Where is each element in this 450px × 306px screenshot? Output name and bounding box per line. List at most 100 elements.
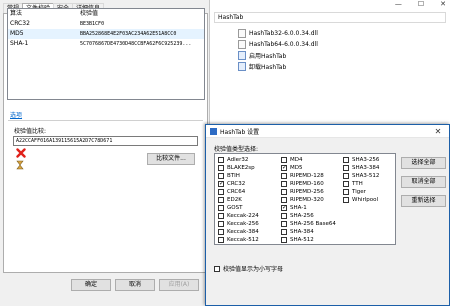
- hash-type-group-label: 校验值类型选择:: [214, 146, 259, 153]
- hash-type-checkbox[interactable]: [343, 197, 349, 203]
- hash-type-checkbox[interactable]: [218, 205, 224, 211]
- address-bar[interactable]: HashTab: [214, 12, 446, 23]
- hash-type-label: SHA3-512: [352, 173, 380, 179]
- hash-type-option[interactable]: RIPEMD-256: [281, 188, 336, 196]
- compare-hash-input[interactable]: A22CCAFF016A139115615A2D7C78D671: [13, 136, 198, 146]
- hash-type-checkbox[interactable]: [218, 221, 224, 227]
- hash-type-option[interactable]: Keccak-224: [218, 212, 259, 220]
- hash-type-option[interactable]: Keccak-256: [218, 220, 259, 228]
- close-icon[interactable]: ✕: [440, 0, 446, 8]
- reset-selection-button[interactable]: 重新选择: [401, 195, 446, 207]
- hash-type-option[interactable]: ED2K: [218, 196, 259, 204]
- hash-type-option[interactable]: SHA3-224: [281, 244, 336, 245]
- deselect-all-button[interactable]: 取消全部: [401, 176, 446, 188]
- hash-type-option[interactable]: Tiger: [343, 188, 379, 196]
- hash-type-checkbox[interactable]: [218, 237, 224, 243]
- hash-type-checkbox[interactable]: [343, 181, 349, 187]
- hash-type-checkbox[interactable]: [281, 181, 287, 187]
- hash-type-checkbox[interactable]: [281, 213, 287, 219]
- hash-type-option[interactable]: SHA-256: [281, 212, 336, 220]
- file-item[interactable]: HashTab32-6.0.0.34.dll: [238, 28, 318, 39]
- hash-type-option[interactable]: SHA3-384: [343, 164, 379, 172]
- hash-type-label: Adler32: [227, 157, 249, 163]
- compare-file-button[interactable]: 比较文件...: [147, 153, 195, 165]
- hash-type-checkbox[interactable]: [281, 237, 287, 243]
- hash-row-md5[interactable]: MD5 BBA252868E4E2F03AC234A62E51A8CC0: [8, 29, 204, 39]
- hash-type-checkbox[interactable]: [343, 157, 349, 163]
- hash-type-checkbox[interactable]: [281, 229, 287, 235]
- hash-type-checkbox[interactable]: ✓: [218, 181, 224, 187]
- hash-type-option[interactable]: ✓ CRC32: [218, 180, 259, 188]
- hash-type-checkbox[interactable]: [343, 165, 349, 171]
- hash-type-option[interactable]: SHA-256 Base64: [281, 220, 336, 228]
- hash-type-option[interactable]: SHA3-256: [343, 156, 379, 164]
- hash-type-option[interactable]: SHA3-512: [343, 172, 379, 180]
- dialog-close-icon[interactable]: ✕: [427, 127, 449, 136]
- hash-type-option[interactable]: Adler32: [218, 156, 259, 164]
- hash-row-sha1[interactable]: SHA-1 5C7076867DE4730D48CCBFA62F6C925239…: [8, 39, 204, 49]
- exe-file-icon: [238, 62, 246, 71]
- hash-type-checkbox[interactable]: [281, 221, 287, 227]
- hash-type-checkbox[interactable]: [218, 165, 224, 171]
- cancel-button[interactable]: 取消: [115, 279, 155, 291]
- hash-list[interactable]: 算法 校验值 CRC32 BE3B1CF0 MD5 BBA252868E4E2F…: [7, 8, 205, 100]
- lowercase-checkbox[interactable]: [214, 265, 220, 272]
- window-controls: — ☐ ✕: [395, 0, 446, 8]
- hash-type-option[interactable]: ✓ MD5: [281, 164, 336, 172]
- hash-type-option[interactable]: SHA-384: [281, 228, 336, 236]
- file-item[interactable]: HashTab64-6.0.0.34.dll: [238, 39, 318, 50]
- hash-type-option[interactable]: GOST: [218, 204, 259, 212]
- apply-button[interactable]: 应用(A): [159, 279, 199, 291]
- hash-type-label: BLAKE2sp: [227, 165, 255, 171]
- hash-type-option[interactable]: RIPEMD-128: [281, 172, 336, 180]
- hash-type-option[interactable]: RIPEMD-320: [281, 196, 336, 204]
- hash-type-option[interactable]: RIPEMD-160: [281, 180, 336, 188]
- hash-type-option[interactable]: MD2: [218, 244, 259, 245]
- hash-type-checkbox[interactable]: [218, 189, 224, 195]
- dll-file-icon: [238, 29, 246, 38]
- dialog-title: HashTab 设置: [220, 128, 260, 136]
- lowercase-option[interactable]: 校验值显示为小写字母: [214, 264, 283, 273]
- hash-type-option[interactable]: MD4: [281, 156, 336, 164]
- hash-type-checkbox[interactable]: [343, 189, 349, 195]
- hash-type-checkbox[interactable]: [218, 213, 224, 219]
- file-item[interactable]: 卸载HashTab: [238, 61, 318, 72]
- hash-type-checkbox[interactable]: [281, 197, 287, 203]
- column-header-value[interactable]: 校验值: [80, 9, 204, 19]
- hash-type-option[interactable]: ✓ SHA-1: [281, 204, 336, 212]
- hash-type-checkbox[interactable]: ✓: [281, 165, 287, 171]
- ok-button[interactable]: 确定: [71, 279, 111, 291]
- hash-type-option[interactable]: Keccak-384: [218, 228, 259, 236]
- hash-type-checkbox[interactable]: [218, 229, 224, 235]
- hash-type-checkbox[interactable]: [218, 157, 224, 163]
- hash-type-checkbox[interactable]: [218, 197, 224, 203]
- hash-type-checkbox[interactable]: [281, 173, 287, 179]
- column-header-name[interactable]: 算法: [10, 9, 80, 19]
- settings-link[interactable]: 选项: [10, 110, 22, 119]
- maximize-icon[interactable]: ☐: [418, 0, 424, 8]
- hash-type-checkbox[interactable]: [281, 189, 287, 195]
- hash-type-option[interactable]: CRC64: [218, 188, 259, 196]
- minimize-icon[interactable]: —: [395, 0, 402, 8]
- hash-type-label: SHA-512: [290, 237, 314, 243]
- hash-type-option[interactable]: BTIH: [218, 172, 259, 180]
- hash-type-label: RIPEMD-128: [290, 173, 324, 179]
- hash-type-label: BTIH: [227, 173, 240, 179]
- hash-name: CRC32: [10, 20, 30, 27]
- file-item[interactable]: 启用HashTab: [238, 50, 318, 61]
- hash-type-checkbox[interactable]: [218, 173, 224, 179]
- hash-type-label: Whirlpool: [352, 197, 378, 203]
- hash-type-label: RIPEMD-160: [290, 181, 324, 187]
- hash-row-crc32[interactable]: CRC32 BE3B1CF0: [8, 19, 204, 29]
- hash-type-option[interactable]: Keccak-512: [218, 236, 259, 244]
- hash-type-option[interactable]: SHA-512: [281, 236, 336, 244]
- hash-type-checkbox[interactable]: [281, 157, 287, 163]
- hash-type-option[interactable]: BLAKE2sp: [218, 164, 259, 172]
- hash-type-option[interactable]: TTH: [343, 180, 379, 188]
- select-all-button[interactable]: 选择全部: [401, 157, 446, 169]
- hash-type-option[interactable]: Whirlpool: [343, 196, 379, 204]
- hash-type-checkbox[interactable]: [343, 173, 349, 179]
- hash-type-checkbox[interactable]: ✓: [281, 205, 287, 211]
- hash-type-column: MD4 ✓ MD5 RIPEMD-128 RIPEMD-160 RIPEMD-256 RIP…: [281, 156, 336, 245]
- dialog-title-bar: HashTab 设置 ✕: [206, 125, 449, 138]
